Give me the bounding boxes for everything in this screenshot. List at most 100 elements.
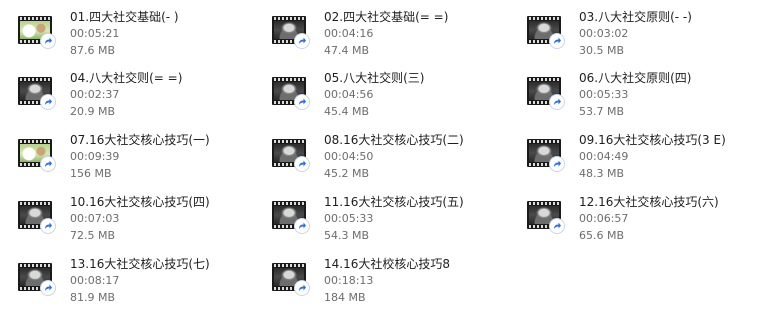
file-size: 30.5 MB (579, 44, 625, 57)
shortcut-arrow-glyph (299, 284, 306, 291)
shortcut-arrow-glyph (45, 284, 52, 291)
file-item[interactable]: 11.16大社交核心技巧(五) 00:05:33 54.3 MB (272, 194, 512, 248)
shortcut-arrow-icon (41, 219, 55, 233)
shortcut-arrow-glyph (554, 37, 561, 44)
file-size: 20.9 MB (70, 105, 116, 118)
video-thumbnail-icon (18, 16, 55, 48)
file-meta: 03.八大社交原则(- -) 00:03:02 30.5 MB (579, 9, 761, 59)
file-size: 81.9 MB (70, 291, 116, 304)
film-perforation (274, 78, 304, 81)
file-name: 05.八大社交则(三) (324, 71, 425, 85)
file-name: 01.四大社交基础(- ) (70, 10, 179, 24)
file-meta: 09.16大社交核心技巧(3 E) 00:04:49 48.3 MB (579, 132, 761, 182)
file-name: 06.八大社交原则(四) (579, 71, 692, 85)
file-name: 11.16大社交核心技巧(五) (324, 195, 464, 209)
shortcut-arrow-icon (295, 219, 309, 233)
file-item[interactable]: 14.16大社校核心技巧8 00:18:13 184 MB (272, 256, 512, 310)
file-item[interactable]: 01.四大社交基础(- ) 00:05:21 87.6 MB (18, 9, 258, 63)
file-item[interactable]: 13.16大社交核心技巧(七) 00:08:17 81.9 MB (18, 256, 258, 310)
shortcut-arrow-icon (295, 281, 309, 295)
file-meta: 12.16大社交核心技巧(六) 00:06:57 65.6 MB (579, 194, 761, 244)
file-size: 48.3 MB (579, 167, 625, 180)
shortcut-arrow-glyph (299, 98, 306, 105)
video-thumbnail-icon (18, 139, 55, 171)
file-name: 10.16大社交核心技巧(四) (70, 195, 210, 209)
file-name: 12.16大社交核心技巧(六) (579, 195, 719, 209)
file-item[interactable]: 09.16大社交核心技巧(3 E) 00:04:49 48.3 MB (527, 132, 761, 186)
shortcut-arrow-glyph (554, 222, 561, 229)
file-duration: 00:05:21 (70, 27, 120, 40)
shortcut-arrow-icon (550, 95, 564, 109)
film-perforation (274, 264, 304, 267)
file-item[interactable]: 03.八大社交原则(- -) 00:03:02 30.5 MB (527, 9, 761, 63)
film-perforation (529, 78, 559, 81)
video-thumbnail-icon (527, 201, 564, 233)
film-perforation (274, 202, 304, 205)
file-duration: 00:06:57 (579, 212, 629, 225)
video-thumbnail-icon (272, 139, 309, 171)
file-duration: 00:08:17 (70, 274, 120, 287)
shortcut-arrow-icon (41, 157, 55, 171)
file-duration: 00:07:03 (70, 212, 120, 225)
file-item[interactable]: 12.16大社交核心技巧(六) 00:06:57 65.6 MB (527, 194, 761, 248)
shortcut-arrow-glyph (299, 37, 306, 44)
file-size: 45.4 MB (324, 105, 370, 118)
film-perforation (20, 202, 50, 205)
file-size: 53.7 MB (579, 105, 625, 118)
film-perforation (274, 140, 304, 143)
film-perforation (20, 17, 50, 20)
file-duration: 00:05:33 (324, 212, 374, 225)
file-meta: 14.16大社校核心技巧8 00:18:13 184 MB (324, 256, 512, 306)
file-duration: 00:02:37 (70, 88, 120, 101)
file-item[interactable]: 04.八大社交则(= =) 00:02:37 20.9 MB (18, 70, 258, 124)
file-name: 09.16大社交核心技巧(3 E) (579, 133, 726, 147)
file-meta: 10.16大社交核心技巧(四) 00:07:03 72.5 MB (70, 194, 258, 244)
file-meta: 08.16大社交核心技巧(二) 00:04:50 45.2 MB (324, 132, 512, 182)
film-perforation (529, 202, 559, 205)
shortcut-arrow-icon (295, 157, 309, 171)
file-size: 156 MB (70, 167, 112, 180)
file-size: 54.3 MB (324, 229, 370, 242)
file-size: 47.4 MB (324, 44, 370, 57)
file-item[interactable]: 07.16大社交核心技巧(一) 00:09:39 156 MB (18, 132, 258, 186)
file-meta: 01.四大社交基础(- ) 00:05:21 87.6 MB (70, 9, 258, 59)
film-perforation (529, 17, 559, 20)
film-perforation (20, 140, 50, 143)
film-perforation (20, 264, 50, 267)
file-duration: 00:04:56 (324, 88, 374, 101)
film-perforation (274, 17, 304, 20)
shortcut-arrow-icon (295, 34, 309, 48)
video-thumbnail-icon (272, 16, 309, 48)
file-size: 87.6 MB (70, 44, 116, 57)
file-name: 13.16大社交核心技巧(七) (70, 257, 210, 271)
file-name: 08.16大社交核心技巧(二) (324, 133, 464, 147)
file-item[interactable]: 02.四大社交基础(= =) 00:04:16 47.4 MB (272, 9, 512, 63)
film-perforation (20, 78, 50, 81)
file-item[interactable]: 10.16大社交核心技巧(四) 00:07:03 72.5 MB (18, 194, 258, 248)
file-item[interactable]: 05.八大社交则(三) 00:04:56 45.4 MB (272, 70, 512, 124)
video-thumbnail-icon (527, 77, 564, 109)
shortcut-arrow-glyph (299, 222, 306, 229)
file-name: 07.16大社交核心技巧(一) (70, 133, 210, 147)
file-size: 72.5 MB (70, 229, 116, 242)
shortcut-arrow-icon (41, 34, 55, 48)
file-meta: 05.八大社交则(三) 00:04:56 45.4 MB (324, 70, 512, 120)
file-duration: 00:04:16 (324, 27, 374, 40)
file-meta: 06.八大社交原则(四) 00:05:33 53.7 MB (579, 70, 761, 120)
file-duration: 00:09:39 (70, 150, 120, 163)
film-perforation (529, 140, 559, 143)
shortcut-arrow-glyph (554, 160, 561, 167)
video-thumbnail-icon (527, 16, 564, 48)
shortcut-arrow-icon (41, 95, 55, 109)
file-duration: 00:03:02 (579, 27, 629, 40)
video-thumbnail-icon (18, 201, 55, 233)
file-meta: 07.16大社交核心技巧(一) 00:09:39 156 MB (70, 132, 258, 182)
shortcut-arrow-glyph (45, 222, 52, 229)
shortcut-arrow-icon (41, 281, 55, 295)
file-name: 04.八大社交则(= =) (70, 71, 183, 85)
shortcut-arrow-glyph (45, 160, 52, 167)
shortcut-arrow-glyph (45, 37, 52, 44)
file-name: 03.八大社交原则(- -) (579, 10, 692, 24)
file-item[interactable]: 08.16大社交核心技巧(二) 00:04:50 45.2 MB (272, 132, 512, 186)
file-item[interactable]: 06.八大社交原则(四) 00:05:33 53.7 MB (527, 70, 761, 124)
